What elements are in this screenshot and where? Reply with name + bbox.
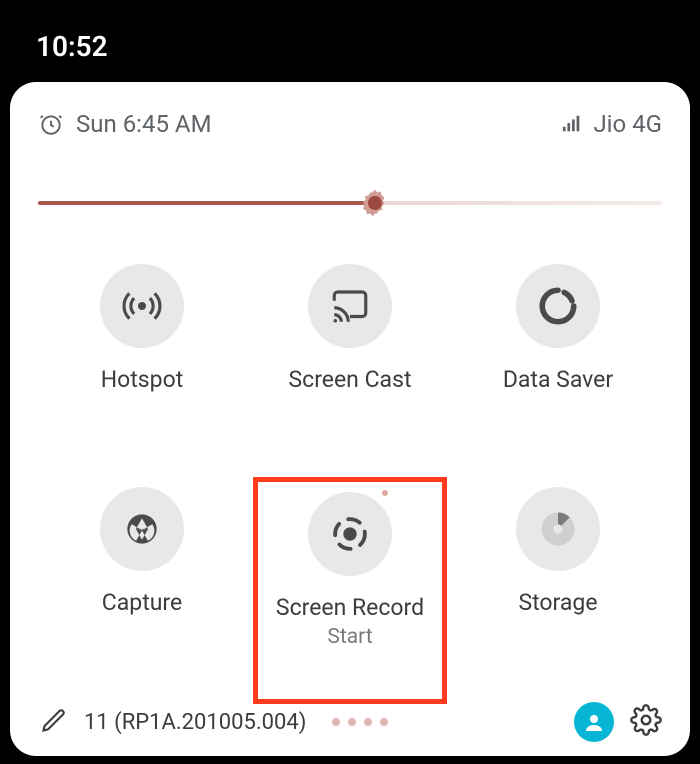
brightness-slider[interactable] bbox=[38, 188, 662, 218]
quick-settings-panel: Sun 6:45 AM Jio 4G Hotspo bbox=[10, 82, 690, 756]
tile-capture[interactable]: Capture bbox=[38, 487, 246, 684]
tile-labels: Capture bbox=[102, 589, 182, 616]
device-clock: 10:52 bbox=[36, 30, 108, 63]
tile-wrap-screenrecord: Screen Record Start bbox=[253, 477, 447, 704]
pager-dot[interactable] bbox=[380, 718, 388, 726]
tile-labels: Storage bbox=[518, 589, 597, 616]
hotspot-icon[interactable] bbox=[100, 264, 184, 348]
storage-icon[interactable] bbox=[516, 487, 600, 571]
status-bar: Sun 6:45 AM Jio 4G bbox=[38, 110, 662, 138]
brightness-thumb[interactable] bbox=[363, 191, 387, 215]
status-left: Sun 6:45 AM bbox=[38, 110, 212, 138]
tile-sublabel: Start bbox=[276, 625, 424, 649]
tile-hotspot[interactable]: Hotspot bbox=[38, 264, 246, 423]
pager-dots[interactable] bbox=[332, 718, 388, 726]
tile-screenrecord[interactable]: Screen Record Start bbox=[276, 492, 424, 649]
pager-dot[interactable] bbox=[332, 718, 340, 726]
brightness-track bbox=[38, 201, 662, 205]
tile-label: Hotspot bbox=[101, 366, 183, 393]
carrier-label: Jio 4G bbox=[593, 110, 662, 138]
tile-indicator-dot bbox=[382, 490, 388, 496]
signal-icon bbox=[561, 113, 583, 135]
user-avatar[interactable] bbox=[574, 702, 614, 742]
tile-label: Screen Record bbox=[276, 594, 424, 621]
tile-labels: Hotspot bbox=[101, 366, 183, 393]
pager-dot[interactable] bbox=[348, 718, 356, 726]
tiles-grid: Hotspot Screen Cast Data Saver Capture Scree… bbox=[38, 264, 662, 684]
record-icon[interactable] bbox=[308, 492, 392, 576]
status-right: Jio 4G bbox=[561, 110, 662, 138]
settings-icon[interactable] bbox=[630, 704, 662, 740]
footer-bar: 11 (RP1A.201005.004) bbox=[38, 702, 662, 742]
tile-labels: Screen Record Start bbox=[276, 594, 424, 649]
tile-datasaver[interactable]: Data Saver bbox=[454, 264, 662, 423]
tile-screencast[interactable]: Screen Cast bbox=[246, 264, 454, 423]
datasaver-icon[interactable] bbox=[516, 264, 600, 348]
edit-icon[interactable] bbox=[40, 706, 68, 738]
tile-labels: Screen Cast bbox=[289, 366, 412, 393]
cast-icon[interactable] bbox=[308, 264, 392, 348]
tile-label: Capture bbox=[102, 589, 182, 616]
tile-label: Screen Cast bbox=[289, 366, 412, 393]
pager-dot[interactable] bbox=[364, 718, 372, 726]
build-label: 11 (RP1A.201005.004) bbox=[84, 710, 306, 735]
tile-storage[interactable]: Storage bbox=[454, 487, 662, 684]
tile-labels: Data Saver bbox=[503, 366, 613, 393]
tile-label: Data Saver bbox=[503, 366, 613, 393]
alarm-icon bbox=[38, 111, 64, 137]
status-time: Sun 6:45 AM bbox=[76, 110, 212, 138]
capture-icon[interactable] bbox=[100, 487, 184, 571]
tile-label: Storage bbox=[518, 589, 597, 616]
